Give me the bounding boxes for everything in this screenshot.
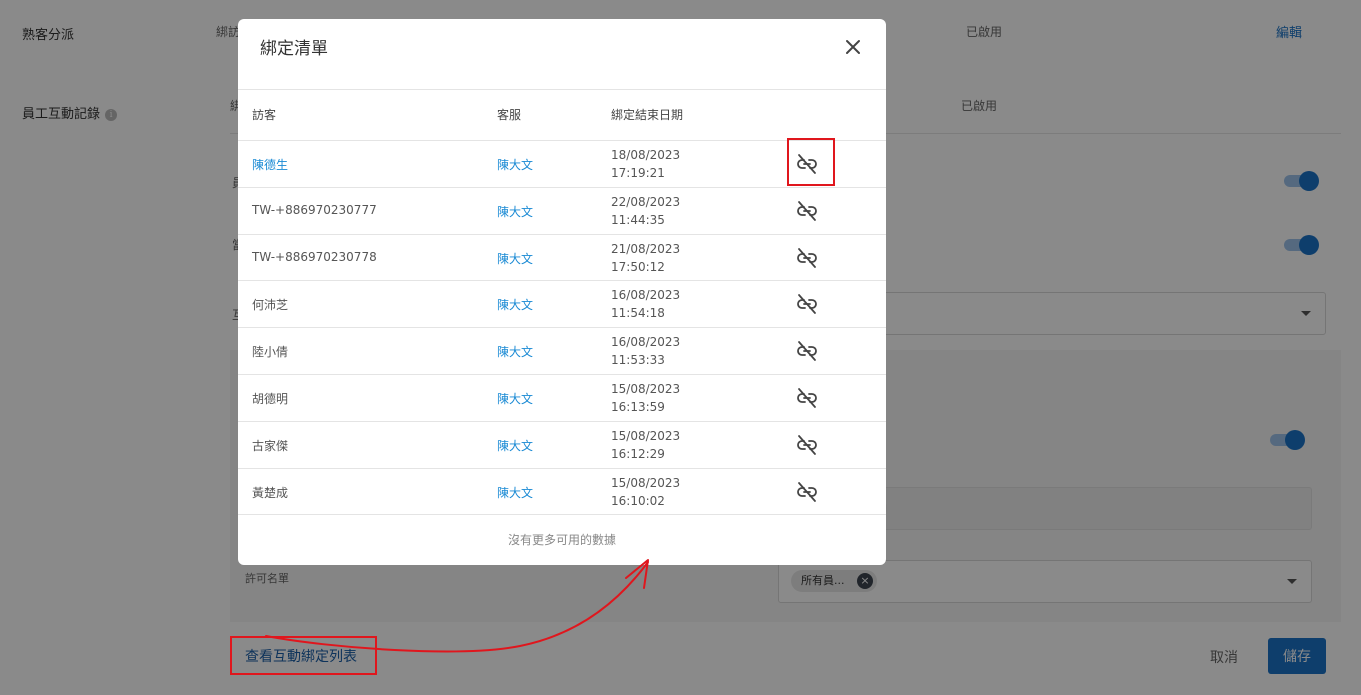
annotation-arrow	[265, 559, 649, 653]
